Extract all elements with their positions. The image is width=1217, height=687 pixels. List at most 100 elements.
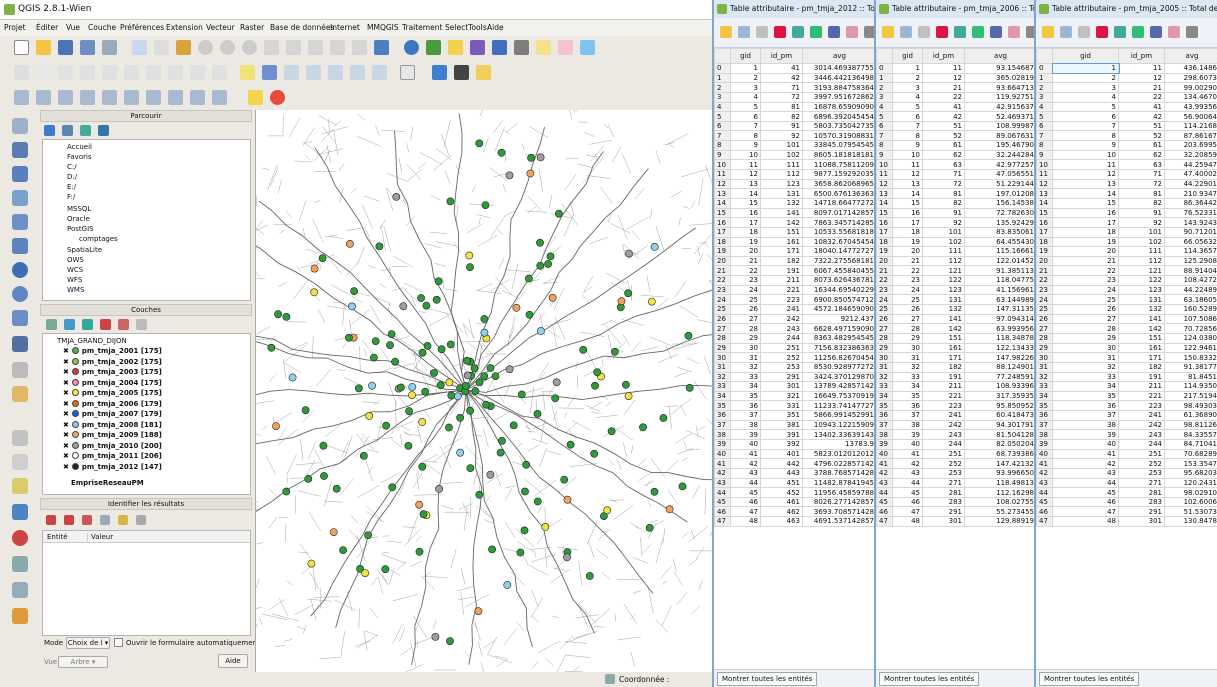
table-row[interactable]: 1 2 42 3446.442136498 (714, 72, 874, 84)
table-cell[interactable]: 30 (892, 342, 923, 354)
counting-station-point[interactable] (685, 383, 694, 392)
table-cell[interactable]: 123 (1118, 284, 1165, 296)
table-tool-icon[interactable] (792, 26, 804, 38)
table-cell[interactable]: 291 (1118, 506, 1165, 518)
table-cell[interactable]: 90.71201 (1164, 226, 1217, 238)
table-cell[interactable]: 6896.392045454 (802, 111, 874, 122)
table-cell[interactable]: 42 (892, 458, 923, 469)
table-row[interactable]: 13 14 81 197.01208 (876, 188, 1034, 199)
table-cell[interactable]: 9877.159292035 (802, 169, 874, 180)
table-cell[interactable]: 242 (760, 313, 803, 325)
counting-station-point[interactable] (650, 487, 659, 496)
counting-station-point[interactable] (525, 310, 534, 319)
print-composer-icon[interactable] (102, 40, 117, 55)
table-row[interactable]: 0 1 41 3014.469387755 (714, 63, 874, 74)
table-cell[interactable]: 12 (892, 169, 923, 180)
table-cell[interactable]: 64.455430 (964, 236, 1034, 248)
counting-station-point[interactable] (307, 559, 316, 568)
counting-station-point[interactable] (512, 303, 521, 312)
row-number-cell[interactable]: 28 (1036, 332, 1053, 344)
report-icon[interactable] (12, 608, 28, 624)
table-cell[interactable]: 72 (1118, 178, 1165, 190)
table-cell[interactable]: 191 (1118, 371, 1165, 383)
counting-station-point[interactable] (417, 294, 425, 302)
table-cell[interactable]: 7322.275568181 (802, 255, 874, 267)
table-row[interactable]: 11 12 71 47.40002 (1036, 169, 1217, 180)
table-cell[interactable]: 93.664713 (964, 82, 1034, 93)
row-number-cell[interactable]: 44 (1036, 487, 1053, 498)
table-cell[interactable]: 1 (1051, 62, 1120, 75)
counting-station-point[interactable] (418, 418, 427, 426)
row-number-cell[interactable]: 42 (876, 467, 893, 479)
row-number-cell[interactable]: 11 (1036, 169, 1053, 180)
table-cell[interactable]: 463 (760, 516, 803, 527)
browser-item-d[interactable]: D:/ (67, 173, 77, 181)
table-cell[interactable]: 8 (1052, 130, 1119, 142)
table-cell[interactable]: 91 (760, 120, 803, 132)
table-cell[interactable]: 28 (1052, 323, 1119, 334)
table-cell[interactable]: 91.385113 (964, 265, 1034, 277)
table-row[interactable]: 37 38 242 94.301791 (876, 419, 1034, 431)
menu-vue[interactable]: Vue (66, 23, 80, 32)
table-cell[interactable]: 72 (760, 91, 803, 103)
table-cell[interactable]: 28 (892, 323, 923, 334)
counting-station-point[interactable] (388, 483, 397, 492)
table-row[interactable]: 9 10 62 32.20859 (1036, 149, 1217, 161)
table-cell[interactable]: 122.9461 (1164, 342, 1217, 354)
table-cell[interactable]: 223 (760, 294, 803, 305)
add-oracle-icon[interactable] (12, 238, 28, 254)
counting-station-point[interactable] (445, 378, 454, 387)
table-cell[interactable]: 43 (1052, 467, 1119, 479)
table-cell[interactable]: 381 (760, 419, 803, 431)
table-row[interactable]: 34 35 221 217.5194 (1036, 390, 1217, 402)
table-cell[interactable]: 51.53073 (1164, 506, 1217, 518)
table-cell[interactable]: 244 (760, 332, 803, 344)
counting-station-point[interactable] (430, 369, 438, 377)
layers-add-group-icon[interactable] (64, 319, 75, 330)
layers-filter-icon[interactable] (82, 319, 93, 330)
table-cell[interactable]: 191 (922, 371, 965, 383)
table-cell[interactable]: 161 (922, 342, 965, 354)
wave-icon[interactable] (12, 582, 28, 598)
identify-view-select[interactable]: Arbre ▾ (58, 656, 108, 668)
table-cell[interactable]: 63 (1118, 159, 1165, 171)
table-row[interactable]: 14 15 82 86.36442 (1036, 197, 1217, 209)
row-number-cell[interactable]: 8 (714, 140, 731, 151)
measure-icon[interactable] (514, 40, 529, 55)
table-row[interactable]: 20 21 112 125.2908 (1036, 255, 1217, 267)
corner-cell[interactable] (1036, 48, 1053, 64)
row-number-cell[interactable]: 40 (714, 448, 731, 460)
counting-station-point[interactable] (346, 239, 354, 248)
row-number-cell[interactable]: 15 (876, 207, 893, 219)
table-cell[interactable]: 142 (760, 217, 803, 228)
table-row[interactable]: 38 39 391 13402.33639143 (714, 429, 874, 440)
table-cell[interactable]: 38 (1052, 419, 1119, 431)
browser-item-postgis[interactable]: PostGIS (67, 225, 94, 233)
table-cell[interactable]: 452 (760, 487, 803, 498)
counting-station-point[interactable] (624, 289, 632, 298)
table-cell[interactable]: 33 (892, 371, 923, 383)
row-number-cell[interactable]: 44 (714, 487, 731, 498)
table-cell[interactable]: 21 (1052, 255, 1119, 267)
row-number-cell[interactable]: 32 (1036, 371, 1053, 383)
table-row[interactable]: 5 6 42 52.469371 (876, 111, 1034, 122)
row-number-cell[interactable]: 20 (876, 255, 893, 267)
counting-station-point[interactable] (463, 371, 472, 380)
corner-cell[interactable] (714, 48, 731, 64)
table-row[interactable]: 22 23 122 108.4272 (1036, 275, 1217, 286)
table-row[interactable]: 2 3 21 93.664713 (876, 82, 1034, 93)
counting-station-point[interactable] (370, 353, 378, 362)
counting-station-point[interactable] (554, 209, 563, 218)
table-cell[interactable]: 211 (760, 275, 803, 286)
table-cell[interactable]: 17 (892, 217, 923, 228)
counting-station-point[interactable] (548, 293, 557, 302)
show-all-features-button[interactable]: Montrer toutes les entités (879, 672, 980, 686)
row-number-cell[interactable]: 1 (876, 72, 893, 84)
table-cell[interactable]: 72 (922, 178, 965, 190)
column-header-id_pm[interactable]: id_pm (1118, 48, 1165, 64)
table-cell[interactable]: 36 (892, 400, 923, 412)
table-cell[interactable]: 119.92751 (964, 91, 1034, 103)
counting-station-point[interactable] (475, 490, 484, 499)
table-cell[interactable]: 41 (760, 63, 803, 74)
menu-extension[interactable]: Extension (166, 23, 203, 32)
